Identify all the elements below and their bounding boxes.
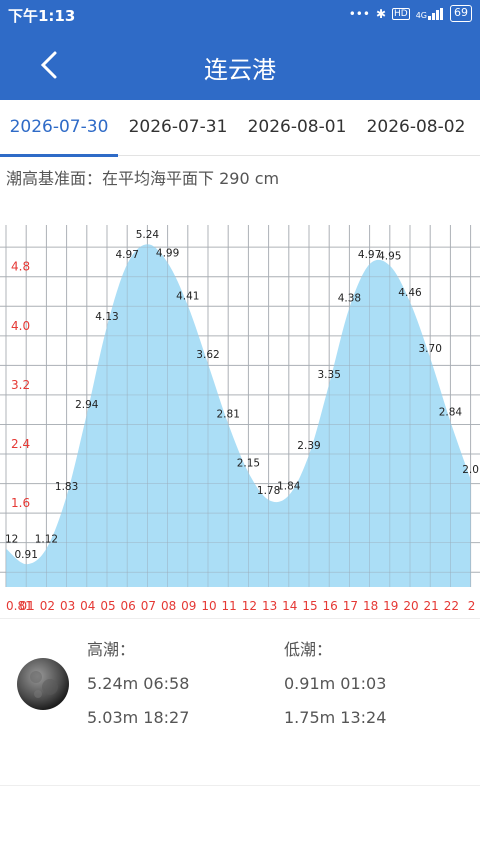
tab-date-3[interactable]: 2026-08-02 (357, 100, 475, 156)
x-tick-label: 12 (242, 599, 257, 613)
battery-icon: 69 (450, 5, 472, 22)
high-tide-1: 5.24m 06:58 (87, 674, 190, 693)
x-tick-label: 13 (262, 599, 277, 613)
y-tick-label: 1.6 (11, 496, 30, 510)
data-label: 1.83 (55, 481, 78, 493)
x-tick-label: 09 (181, 599, 196, 613)
x-tick-label: 05 (100, 599, 115, 613)
data-label: 2.15 (237, 457, 260, 469)
high-tide-column: 高潮： 5.24m 06:58 5.03m 18:27 (87, 639, 189, 741)
bluetooth-icon: ✱ (375, 6, 386, 21)
x-tick-label: 08 (161, 599, 176, 613)
date-tabs: 2026-07-30 2026-07-31 2026-08-01 2026-08… (0, 100, 480, 157)
data-label: 4.95 (378, 251, 401, 263)
x-tick-label: 18 (363, 599, 378, 613)
tide-datum-text: 潮高基准面：在平均海平面下 290 cm (6, 169, 280, 188)
signal-icon: 4G (415, 7, 444, 20)
x-tick-label: 20 (403, 599, 418, 613)
low-tide-label: 低潮： (284, 640, 333, 659)
data-label: 3.70 (419, 343, 442, 355)
low-tide-column: 低潮： 0.91m 01:03 1.75m 13:24 (284, 639, 386, 741)
low-tide-2: 1.75m 13:24 (284, 708, 387, 727)
data-label: 2.39 (297, 440, 320, 452)
data-label: 4.97 (116, 249, 139, 261)
data-label: 1.12 (35, 534, 58, 546)
high-tide-label: 高潮： (87, 640, 136, 659)
data-label: 4.41 (176, 291, 199, 303)
tab-date-2[interactable]: 2026-08-01 (238, 100, 356, 156)
data-label: 12 (5, 534, 18, 546)
x-tick-label: 01 (20, 599, 35, 613)
data-label: 2.81 (217, 409, 240, 421)
tab-date-1[interactable]: 2026-07-31 (119, 100, 237, 156)
page-title: 连云港 (204, 56, 276, 84)
x-tick-label: 02 (40, 599, 55, 613)
status-icons: ••• ✱ HD 4G 69 (349, 5, 472, 22)
x-tick-label: 15 (302, 599, 317, 613)
moon-phase-icon (17, 658, 69, 710)
more-dots-icon: ••• (348, 6, 370, 21)
x-tick-label: 16 (323, 599, 338, 613)
x-tick-label: 19 (383, 599, 398, 613)
data-label: 4.13 (95, 311, 118, 323)
tab-date-0[interactable]: 2026-07-30 (0, 100, 118, 157)
x-tick-label: 03 (60, 599, 75, 613)
signal-network-label: 4G (415, 10, 427, 20)
app-bar: 连云港 (0, 30, 480, 100)
status-bar: 下午1:13 ••• ✱ HD 4G 69 (0, 0, 480, 30)
data-label: 4.99 (156, 248, 179, 260)
x-tick-label: 07 (141, 599, 156, 613)
x-tick-label: 17 (343, 599, 358, 613)
y-tick-label: 4.8 (11, 260, 30, 274)
signal-bars-icon (428, 7, 443, 20)
x-tick-label: 11 (222, 599, 237, 613)
y-tick-label: 4.0 (11, 319, 30, 333)
y-tick-label: 2.4 (11, 437, 30, 451)
x-tick-label: 22 (444, 599, 459, 613)
high-tide-2: 5.03m 18:27 (87, 708, 190, 727)
tide-info-panel: 高潮： 5.24m 06:58 5.03m 18:27 低潮： 0.91m 01… (0, 618, 480, 788)
data-label: 2.0 (462, 464, 479, 476)
data-label: 5.24 (136, 229, 160, 241)
data-label: 2.84 (439, 407, 463, 419)
hd-icon: HD (392, 7, 410, 20)
data-label: 3.35 (318, 369, 341, 381)
x-tick-label: 2 (468, 599, 476, 613)
x-tick-label: 14 (282, 599, 297, 613)
y-tick-label: 3.2 (11, 378, 30, 392)
data-label: 4.38 (338, 293, 361, 305)
data-label: 3.62 (196, 349, 219, 361)
x-tick-label: 06 (121, 599, 136, 613)
tide-chart: 1.6 2.4 3.2 4.0 4.8 12 0.91 1.12 1.83 2.94 4.13 4.9… (0, 225, 480, 613)
data-label: 2.94 (75, 399, 99, 411)
status-time: 下午1:13 (8, 7, 76, 25)
low-tide-1: 0.91m 01:03 (284, 674, 387, 693)
x-tick-label: 04 (80, 599, 95, 613)
x-tick-label: 10 (201, 599, 216, 613)
x-tick-label: 21 (424, 599, 439, 613)
data-label: 1.84 (277, 480, 301, 492)
bottom-divider (0, 785, 480, 786)
data-label: 0.91 (15, 549, 38, 561)
data-label: 4.46 (398, 287, 422, 299)
